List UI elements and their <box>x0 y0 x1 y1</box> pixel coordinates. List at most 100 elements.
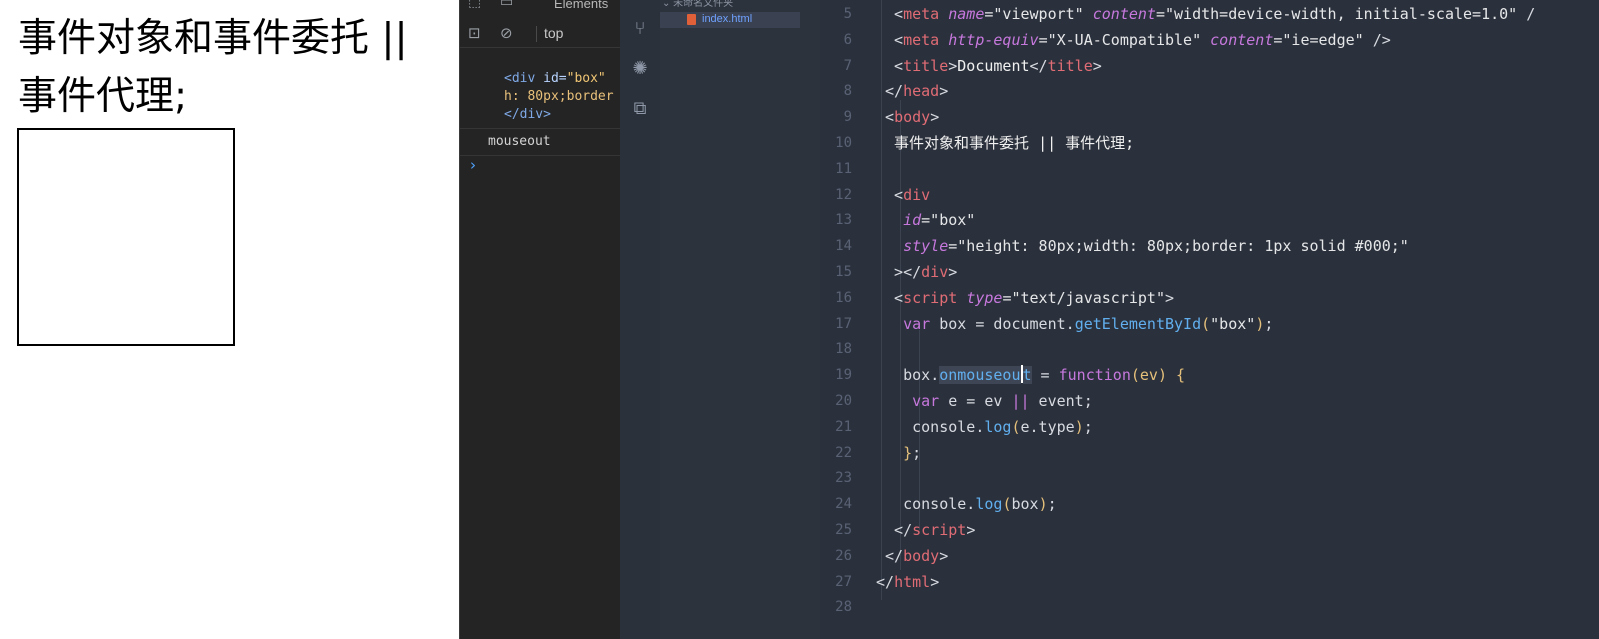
code-token: ) <box>1255 314 1265 333</box>
source-control-icon[interactable]: ⑂ <box>629 18 651 40</box>
code-line[interactable]: 21 console.log(e.type); <box>820 414 1599 440</box>
line-number: 23 <box>835 470 852 487</box>
code-line[interactable]: 23 <box>820 465 1599 491</box>
code-token: ( <box>1130 366 1140 385</box>
code-token: ) <box>1074 417 1084 436</box>
device-toolbar-icon[interactable]: ▭ <box>500 0 513 10</box>
code-token: meta <box>903 30 940 49</box>
code-token: > <box>1165 288 1175 307</box>
box-element[interactable] <box>17 128 235 346</box>
code-editor[interactable]: 5 <meta name="viewport" content="width=d… <box>820 0 1599 639</box>
log-divider <box>460 155 621 156</box>
line-number: 17 <box>835 315 852 332</box>
code-token: </ <box>876 521 913 539</box>
tab-elements[interactable]: Elements <box>554 0 608 11</box>
page-preview: 事件对象和事件委托 || 事件代理; <box>0 0 459 639</box>
code-line[interactable]: 10 事件对象和事件委托 || 事件代理; <box>820 130 1599 156</box>
log-divider <box>460 128 621 129</box>
line-number: 11 <box>835 160 852 177</box>
line-number: 12 <box>835 186 852 203</box>
code-line[interactable]: 25 </script> <box>820 517 1599 543</box>
code-token: ="box" <box>921 211 976 230</box>
folder-item[interactable]: ⌄ 未命名文件夹 <box>662 0 733 9</box>
code-line[interactable]: 15 ></div> <box>820 259 1599 285</box>
code-token: box <box>1011 495 1039 514</box>
code-line[interactable]: 17 var box = document.getElementById("bo… <box>820 311 1599 337</box>
code-line[interactable]: 20 var e = ev || event; <box>820 388 1599 414</box>
code-line[interactable]: 16 <script type="text/javascript"> <box>820 285 1599 311</box>
code-token: /> <box>1363 30 1391 49</box>
code-text: var e = ev || event; <box>876 388 1093 414</box>
code-line[interactable]: 19 box.onmouseou t = function(ev) { <box>820 362 1599 388</box>
line-number: 7 <box>843 57 852 74</box>
code-line[interactable]: 5 <meta name="viewport" content="width=d… <box>820 1 1599 27</box>
line-number: 16 <box>835 289 852 306</box>
code-token: name <box>948 5 985 23</box>
code-text: <title>Document</title> <box>876 53 1102 79</box>
code-token: event; <box>1029 392 1093 410</box>
code-line[interactable]: 9 <body> <box>820 104 1599 130</box>
code-line[interactable]: 14 style="height: 80px;width: 80px;borde… <box>820 233 1599 259</box>
code-line[interactable]: 6 <meta http-equiv="X-UA-Compatible" con… <box>820 27 1599 53</box>
console-toolbar: ⊡ ⊘ top <box>460 20 621 48</box>
code-line[interactable]: 24 console.log(box); <box>820 491 1599 517</box>
code-token: var <box>903 314 931 333</box>
code-line[interactable]: 22 }; <box>820 440 1599 466</box>
code-line[interactable]: 18 <box>820 336 1599 362</box>
code-token: > <box>948 263 958 281</box>
code-token: . <box>1065 314 1075 333</box>
code-token: title <box>903 56 949 75</box>
code-text: <script type="text/javascript"> <box>876 285 1174 311</box>
clear-console-icon[interactable]: ⊘ <box>500 24 513 42</box>
code-line[interactable]: 11 <box>820 156 1599 182</box>
code-token: body <box>894 108 931 127</box>
line-number: 8 <box>843 83 852 100</box>
code-token: </ <box>876 546 904 565</box>
code-token: var <box>912 392 940 410</box>
context-selector[interactable]: top <box>544 25 563 41</box>
code-text: <body> <box>876 104 939 130</box>
code-line[interactable]: 13 id="box" <box>820 207 1599 233</box>
code-token: body <box>903 546 940 565</box>
extensions-icon[interactable]: ⧉ <box>629 98 651 120</box>
code-token: < <box>876 56 904 75</box>
code-token: . <box>930 366 940 385</box>
code-token: content <box>1210 30 1274 49</box>
log-entry-box[interactable]: <div id="box" h: 80px;border </div> <box>460 70 621 124</box>
code-line[interactable]: 12 <div <box>820 182 1599 208</box>
code-line[interactable]: 26 </body> <box>820 543 1599 569</box>
line-number: 26 <box>835 547 852 564</box>
console-prompt-icon[interactable]: › <box>470 156 476 174</box>
code-line[interactable]: 8 </head> <box>820 78 1599 104</box>
code-line[interactable]: 7 <title>Document</title> <box>820 53 1599 79</box>
code-token: < <box>876 108 895 127</box>
code-token: div <box>903 185 931 204</box>
code-token: onmouseou <box>939 366 1021 385</box>
file-item-index-html[interactable]: index.html <box>660 12 800 28</box>
code-token: document <box>993 314 1066 333</box>
line-number: 5 <box>843 6 852 22</box>
code-token: > <box>930 572 940 591</box>
code-line[interactable]: 28 <box>820 594 1599 620</box>
debug-icon[interactable]: ✺ <box>629 58 651 80</box>
file-explorer: ⌄ 未命名文件夹 index.html <box>660 0 820 639</box>
line-number: 13 <box>835 212 852 229</box>
code-token: e = ev <box>939 392 1012 410</box>
code-token: Document <box>957 56 1030 75</box>
code-text: </head> <box>876 78 948 104</box>
code-token: style <box>903 237 949 256</box>
log-line: </div> <box>504 107 551 122</box>
code-token: > <box>966 521 976 539</box>
sidebar-toggle-icon[interactable]: ⊡ <box>468 24 481 42</box>
inspect-element-icon[interactable]: ⬚ <box>468 0 481 10</box>
code-token: box = <box>930 314 994 333</box>
code-token: < <box>876 30 904 49</box>
code-line[interactable]: 27 </html> <box>820 569 1599 595</box>
